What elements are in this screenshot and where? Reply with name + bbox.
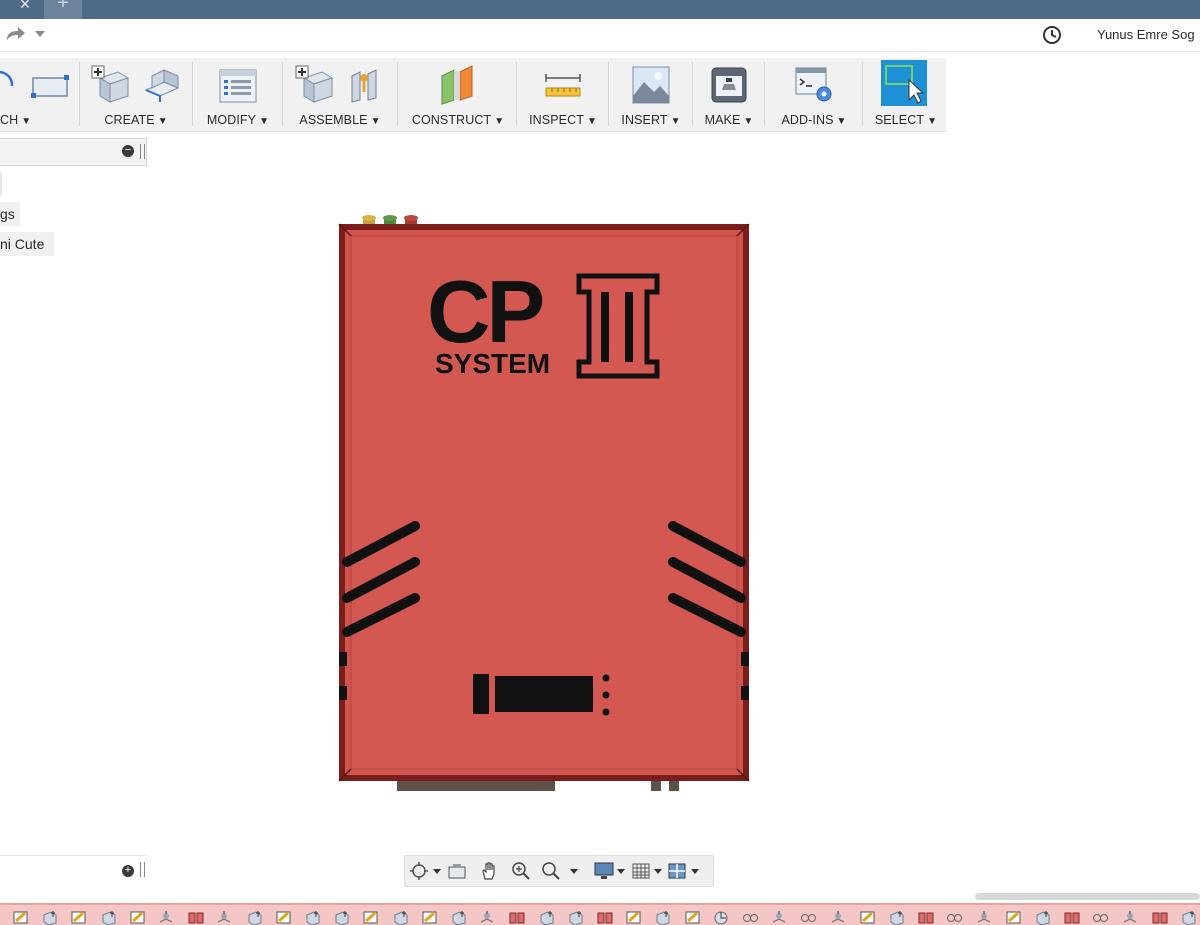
look-at-icon[interactable] [447,861,467,881]
logo-system-text: SYSTEM [435,348,550,379]
browser-node-settings[interactable]: gs [0,202,20,226]
cp-system-case-model[interactable]: CP SYSTEM [335,212,755,794]
assemble-menu[interactable]: ASSEMBLE ▼ [286,113,394,127]
new-assembly-component-icon[interactable] [294,64,334,104]
job-status-clock-icon[interactable] [1042,25,1062,45]
browser-node-component[interactable]: ni Cute [0,232,54,256]
zoom-icon[interactable] [511,861,531,881]
construct-menu[interactable]: CONSTRUCT ▼ [402,113,514,127]
zoom-dropdown-icon[interactable] [569,861,579,881]
toolbar-divider [516,62,517,126]
joint-icon[interactable] [346,66,386,104]
display-dropdown-icon[interactable] [616,861,626,881]
scripts-addins-icon[interactable] [794,66,834,104]
toolbar-divider [692,62,693,126]
create-sketch-icon[interactable] [30,72,70,100]
collapse-browser-button[interactable]: − [122,145,134,157]
modify-menu[interactable]: MODIFY ▼ [196,113,280,127]
toolbar-divider [608,62,609,126]
comments-panel-header: + [0,855,146,884]
toolbar-divider [862,62,863,126]
sketch-menu[interactable]: CH ▼ [0,113,78,127]
display-settings-icon[interactable] [593,861,615,881]
make-menu[interactable]: MAKE ▼ [696,113,762,127]
viewports-icon[interactable] [667,861,687,881]
bottom-port-bar [397,780,555,791]
toolbar-divider [79,62,80,126]
toolbar-divider [764,62,765,126]
browser-node-root[interactable] [0,172,2,196]
toolbar-divider [397,62,398,126]
sketch-group: CH ▼ [0,58,78,131]
measure-icon[interactable] [544,70,582,100]
grid-dropdown-icon[interactable] [653,861,663,881]
logo-cp-text: CP [427,262,543,361]
modify-group: MODIFY ▼ [196,58,280,131]
insert-canvas-icon[interactable] [632,66,670,104]
sketch-arc-icon[interactable] [0,70,16,100]
make-group: MAKE ▼ [696,58,762,131]
orbit-dropdown-icon[interactable] [432,861,442,881]
offset-plane-icon[interactable] [436,64,478,106]
insert-group: INSERT ▼ [612,58,690,131]
bottom-foot-left [651,780,661,791]
comments-drag-handle[interactable] [140,862,145,877]
extrude-icon[interactable] [142,68,182,104]
create-group: CREATE ▼ [84,58,188,131]
document-tab-bar: × + [0,0,1200,19]
redo-dropdown-icon[interactable] [34,29,46,39]
addins-group: ADD-INS ▼ [768,58,860,131]
close-tab-button[interactable]: × [14,0,36,17]
select-pointer-icon[interactable] [881,60,927,106]
fit-zoom-icon[interactable] [541,861,561,881]
grid-settings-icon[interactable] [631,861,651,881]
viewports-dropdown-icon[interactable] [690,861,700,881]
addins-menu[interactable]: ADD-INS ▼ [768,113,860,127]
expand-comments-button[interactable]: + [122,865,134,877]
new-component-icon[interactable] [90,64,130,104]
construct-group: CONSTRUCT ▼ [402,58,514,131]
3d-print-icon[interactable] [710,66,748,104]
assemble-group: ASSEMBLE ▼ [286,58,394,131]
browser-panel-header: − [0,138,147,166]
inspect-group: INSPECT ▼ [520,58,606,131]
toolbar-divider [192,62,193,126]
orbit-icon[interactable] [409,861,429,881]
redo-icon[interactable] [4,25,26,43]
design-timeline [0,903,1200,925]
create-menu[interactable]: CREATE ▼ [84,113,188,127]
browser-drag-handle[interactable] [140,144,145,159]
user-name-menu[interactable]: Yunus Emre Sog [1097,27,1195,42]
quick-access-bar: Yunus Emre Sog [0,19,1200,52]
select-group: SELECT ▼ [866,58,946,131]
insert-menu[interactable]: INSERT ▼ [612,113,690,127]
bottom-foot-right [669,780,679,791]
inspect-menu[interactable]: INSPECT ▼ [520,113,606,127]
timeline-scroll-thumb[interactable] [975,893,1200,900]
pan-hand-icon[interactable] [479,861,499,881]
modify-parameters-icon[interactable] [218,68,258,104]
toolbar-divider [282,62,283,126]
select-menu[interactable]: SELECT ▼ [866,113,946,127]
navigation-bar [404,855,714,887]
toolbar-ribbon: CH ▼ CREATE ▼ MODIFY ▼ ASSEMBLE ▼ CONSTR… [0,58,946,132]
new-tab-button[interactable]: + [44,0,82,19]
